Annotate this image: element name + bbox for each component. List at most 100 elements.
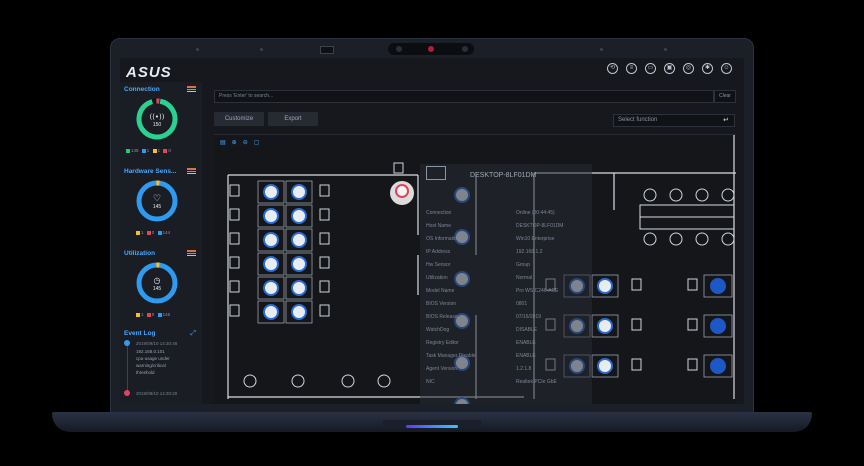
bezel-dot [600,48,603,51]
detail-value: 0801 [516,301,528,307]
event-time: 2019/09/10 14:30:20 [136,391,178,396]
meeting-chair [669,232,683,246]
enter-icon: ↵ [723,117,729,124]
camera-led [428,46,434,52]
workstation-pc[interactable] [263,280,279,296]
search-input[interactable]: Press 'Enter' to search... [214,90,714,103]
top-bar: ⟲ ≡ ▭ ▣ ◎ ✱ ☺ [208,58,744,82]
workstation-pc[interactable] [263,232,279,248]
monitor-icon [426,166,446,180]
workstation-pc[interactable] [291,232,307,248]
camera-bar [388,43,474,55]
settings-icon[interactable]: ✱ [702,63,713,74]
chair [319,184,330,197]
privacy-shutter [320,46,334,54]
utilization-value: 145 [152,286,162,292]
clear-button[interactable]: Clear [714,90,736,103]
warning-swatch [136,230,140,235]
user-icon[interactable]: ☺ [721,63,732,74]
expand-icon[interactable]: ⤢ [190,330,196,338]
meeting-chair [643,188,657,202]
connection-card[interactable]: Connection ((•)) 150 148 1 1 0 [124,86,198,153]
chair [243,374,257,388]
detail-value: 192.168.1.2 [516,249,543,255]
bezel-dot [260,48,263,51]
monitor-icon[interactable]: ▭ [645,63,656,74]
workstation-pc[interactable] [291,304,307,320]
workstation-monitor[interactable] [710,358,726,374]
timeline-dot-info [124,340,130,346]
workstation-pc[interactable] [263,208,279,224]
hardware-value: 145 [152,204,162,210]
asus-logo: ASUS [126,64,172,81]
chair [229,232,240,245]
workstation-pc[interactable] [263,304,279,320]
devices-icon[interactable]: ▣ [664,63,675,74]
camera-sensor [396,46,402,52]
workstation-pc[interactable] [291,280,307,296]
hardware-legend: 1 0 144 [134,230,170,235]
utilization-card[interactable]: Utilization ◷ 145 1 0 145 [124,250,198,317]
meeting-chair [669,188,683,202]
normal-swatch [157,230,162,235]
svg-text:((•)): ((•)) [149,113,164,121]
chair [631,318,642,331]
export-button[interactable]: Export [268,112,318,126]
detail-label: WatchDog [426,327,450,333]
chair [319,232,330,245]
workstation-monitor[interactable] [710,278,726,294]
chair [319,304,330,317]
chair [229,280,240,293]
chair [631,278,642,291]
report-icon[interactable]: ≡ [626,63,637,74]
workstation-pc[interactable] [263,184,279,200]
function-select[interactable]: Select function ↵ [613,114,735,127]
workstation-monitor[interactable] [710,318,726,334]
bezel-dot [664,48,667,51]
chair [377,374,391,388]
detail-label: BIOS Version [426,301,457,307]
event-log-card[interactable]: Event Log ⤢ 2019/09/10 14:30:48 192.168.… [124,330,198,396]
detail-label: Connection [426,210,452,216]
workstation-pc[interactable] [263,256,279,272]
meeting-chair [695,232,709,246]
online-swatch [126,148,130,153]
detail-label: NIC [426,379,435,385]
utilization-legend: 1 0 145 [134,312,170,317]
meeting-chair [721,188,735,202]
offline-swatch [163,148,168,153]
group-icon[interactable]: ◎ [683,63,694,74]
hardware-card[interactable]: Hardware Sens... ♡ 145 1 0 144 [124,168,198,235]
detail-label: Model Name [426,288,455,294]
meeting-chair [643,232,657,246]
detail-value: 07/16/2019 [516,314,542,320]
workstation-pc[interactable] [291,208,307,224]
dashboard-icon[interactable]: ⟲ [607,63,618,74]
chair [319,208,330,221]
workstation-pc[interactable] [597,358,613,374]
detail-label: IP Address [426,249,451,255]
customize-button[interactable]: Customize [214,112,264,126]
chair [687,358,698,371]
hinge-light [406,425,458,428]
timeline-line [127,342,128,392]
hardware-gauge: ♡ [136,180,178,222]
chair [687,318,698,331]
event-line: warning/critical [136,363,166,368]
chair [393,162,404,174]
bezel-dot [196,48,199,51]
workstation-pc[interactable] [597,318,613,334]
detail-value: Group [516,262,530,268]
workstation-pc[interactable] [291,184,307,200]
chair [631,358,642,371]
workstation-pc[interactable] [291,256,307,272]
detail-value: DESKTOP-8LF01DM [516,223,564,229]
function-select-label: Select function [618,117,658,123]
workstation-pc[interactable] [597,278,613,294]
detail-value: ENABLE [516,353,536,359]
detail-value: Pro WS C246-ACE [516,288,559,294]
workstation-alert[interactable] [395,184,409,198]
svg-text:◷: ◷ [154,276,161,285]
detail-value: DISABLE [516,327,538,333]
detail-label: Hw Sensor [426,262,451,268]
